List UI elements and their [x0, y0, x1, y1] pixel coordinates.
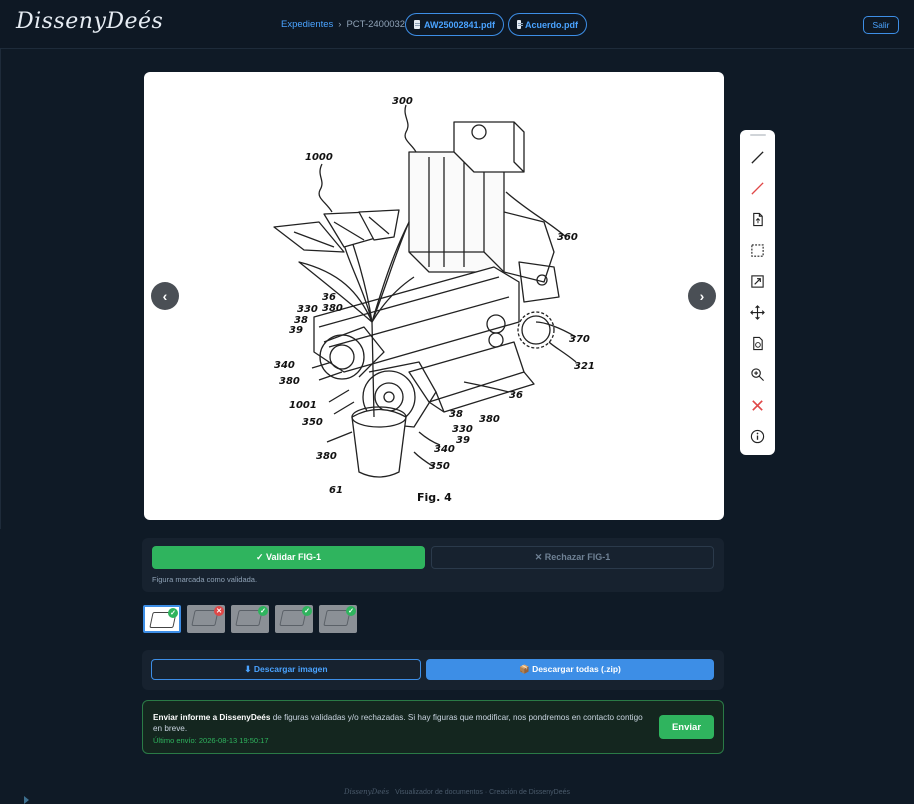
red-line-tool-button[interactable] — [746, 173, 770, 204]
page-icon — [753, 212, 763, 227]
delete-tool-button[interactable] — [746, 390, 770, 421]
reject-icon: ✕ — [214, 606, 224, 616]
move-icon — [750, 305, 765, 320]
breadcrumb-current: PCT-2400032 — [346, 19, 406, 30]
resize-icon — [751, 275, 764, 288]
label-1001: 1001 — [289, 400, 317, 411]
breadcrumb-separator: › — [338, 19, 342, 30]
logout-button[interactable]: Salir — [863, 16, 899, 34]
figure-viewer[interactable]: 300 1000 360 36 380 330 38 39 340 380 10… — [144, 72, 724, 520]
zoom-in-icon — [751, 368, 764, 381]
breadcrumb-expedientes-link[interactable]: Expedientes — [281, 19, 333, 30]
report-description: Enviar informe a DissenyDeés de figuras … — [153, 712, 643, 734]
label-330: 330 — [297, 304, 318, 315]
label-350: 350 — [429, 461, 450, 472]
document-icon — [414, 20, 420, 29]
zoom-tool-button[interactable] — [746, 359, 770, 390]
check-icon: ✓ — [258, 606, 268, 616]
rotate-tool-button[interactable] — [746, 328, 770, 359]
line-icon — [751, 151, 764, 164]
validation-status-text: Figura marcada como validada. — [152, 575, 258, 584]
reject-figure-button[interactable]: ✕ Rechazar FIG-1 — [431, 546, 714, 569]
validation-panel: ✓ Validar FIG-1 ✕ Rechazar FIG-1 Figura … — [142, 538, 724, 592]
label-39: 39 — [289, 325, 303, 336]
label-380: 380 — [279, 376, 300, 387]
send-report-button[interactable]: Enviar — [659, 715, 714, 739]
file-pill-label: Acuerdo.pdf — [525, 19, 578, 30]
label-1000: 1000 — [305, 152, 333, 163]
file-pill-aw[interactable]: AW25002841.pdf — [405, 13, 504, 36]
info-tool-button[interactable] — [746, 421, 770, 452]
label-300: 300 — [392, 96, 413, 107]
label-36: 36 — [322, 292, 336, 303]
line-tool-button[interactable] — [746, 142, 770, 173]
download-image-button[interactable]: ⬇ Descargar imagen — [151, 659, 421, 680]
label-38: 38 — [449, 409, 463, 420]
download-panel: ⬇ Descargar imagen 📦 Descargar todas (.z… — [142, 650, 724, 690]
prev-figure-button[interactable]: ‹ — [151, 282, 179, 310]
annotation-toolbar — [740, 130, 775, 455]
label-36: 36 — [509, 390, 523, 401]
label-39: 39 — [456, 435, 470, 446]
label-61: 61 — [329, 485, 343, 496]
label-380: 380 — [322, 303, 343, 314]
label-380: 380 — [479, 414, 500, 425]
check-icon: ✓ — [302, 606, 312, 616]
file-pill-label: AW25002841.pdf — [423, 19, 495, 30]
footer: DissenyDeés Visualizador de documentos ·… — [0, 788, 914, 796]
label-370: 370 — [569, 334, 590, 345]
check-icon: ✓ — [168, 608, 178, 618]
thumbnail-fig-5[interactable]: ✓ — [319, 605, 357, 633]
last-sent-timestamp: Último envío: 2026-08-13 19:50:17 — [153, 736, 269, 745]
patent-drawing: 300 1000 360 36 380 330 38 39 340 380 10… — [273, 96, 595, 504]
file-pill-acuerdo[interactable]: Acuerdo.pdf — [508, 13, 587, 36]
resize-tool-button[interactable] — [746, 266, 770, 297]
select-tool-button[interactable] — [746, 235, 770, 266]
thumbnail-fig-3[interactable]: ✓ — [231, 605, 269, 633]
info-icon — [750, 429, 765, 444]
label-360: 360 — [557, 232, 578, 243]
corner-arrow-icon — [24, 796, 29, 804]
thumbnail-strip: ✓ ✕ ✓ ✓ ✓ — [143, 605, 357, 633]
document-icon — [517, 20, 523, 29]
footer-logo: DissenyDeés — [343, 788, 390, 796]
move-tool-button[interactable] — [746, 297, 770, 328]
figure-caption: Fig. 4 — [417, 491, 452, 504]
check-icon: ✓ — [346, 606, 356, 616]
label-340: 340 — [274, 360, 295, 371]
label-350: 350 — [302, 417, 323, 428]
download-all-button[interactable]: 📦 Descargar todas (.zip) — [426, 659, 714, 680]
next-figure-button[interactable]: › — [688, 282, 716, 310]
left-divider — [0, 49, 1, 529]
footer-text: Visualizador de documentos · Creación de… — [395, 789, 571, 796]
report-title: Enviar informe a DissenyDeés — [153, 713, 271, 722]
thumbnail-fig-1[interactable]: ✓ — [143, 605, 181, 633]
toolbar-grip[interactable] — [749, 134, 766, 136]
label-340: 340 — [434, 444, 455, 455]
label-321: 321 — [574, 361, 595, 372]
rotate-page-icon — [753, 336, 763, 351]
thumbnail-fig-2[interactable]: ✕ — [187, 605, 225, 633]
report-panel: Enviar informe a DissenyDeés de figuras … — [142, 700, 724, 754]
top-bar: DissenyDeés Expedientes › PCT-2400032 AW… — [0, 0, 914, 49]
red-line-icon — [751, 182, 764, 195]
close-icon — [752, 400, 763, 411]
label-380: 380 — [316, 451, 337, 462]
label-330: 330 — [452, 424, 473, 435]
brand-logo[interactable]: DissenyDeés — [16, 9, 163, 34]
validate-figure-button[interactable]: ✓ Validar FIG-1 — [152, 546, 425, 569]
selection-icon — [751, 244, 764, 257]
page-tool-button[interactable] — [746, 204, 770, 235]
thumbnail-fig-4[interactable]: ✓ — [275, 605, 313, 633]
breadcrumb: Expedientes › PCT-2400032 — [281, 19, 405, 30]
